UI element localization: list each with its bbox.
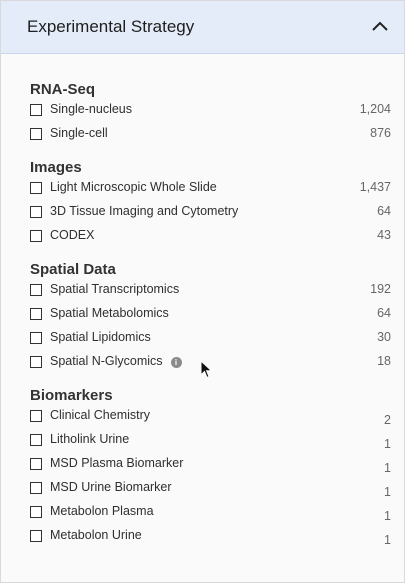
facet-label: Metabolon Plasma — [50, 504, 154, 518]
facet-count: 1 — [384, 509, 391, 523]
facet-label: Spatial Lipidomics — [50, 330, 151, 344]
section-title-biomarkers: Biomarkers — [30, 387, 113, 404]
facet-label: Spatial Transcriptomics — [50, 282, 180, 296]
facet-label: Clinical Chemistry — [50, 408, 151, 422]
facet-row-3d-tissue[interactable]: 3D Tissue Imaging and Cytometry 64 — [30, 204, 391, 224]
facet-label: Metabolon Urine — [50, 528, 142, 542]
facet-label: MSD Urine Biomarker — [50, 480, 172, 494]
facet-row-light-microscopic[interactable]: Light Microscopic Whole Slide 1,437 — [30, 180, 391, 200]
facet-label: CODEX — [50, 228, 95, 242]
checkbox[interactable] — [30, 506, 42, 518]
checkbox[interactable] — [30, 182, 42, 194]
facet-row-spatial-transcriptomics[interactable]: Spatial Transcriptomics 192 — [30, 282, 391, 302]
checkbox[interactable] — [30, 434, 42, 446]
facet-row-codex[interactable]: CODEX 43 — [30, 228, 391, 248]
facet-row-spatial-lipidomics[interactable]: Spatial Lipidomics 30 — [30, 330, 391, 350]
panel-title: Experimental Strategy — [27, 17, 195, 36]
facet-label: Spatial N-Glycomics — [50, 354, 163, 368]
facet-count: 18 — [377, 354, 391, 368]
facet-count: 43 — [377, 228, 391, 242]
facet-row-metabolon-plasma[interactable]: Metabolon Plasma 1 — [30, 504, 391, 524]
checkbox[interactable] — [30, 332, 42, 344]
section-title-images: Images — [30, 159, 82, 176]
facet-count: 1,437 — [359, 180, 391, 194]
checkbox[interactable] — [30, 410, 42, 422]
facet-count: 64 — [377, 306, 391, 320]
info-icon[interactable]: i — [170, 357, 182, 368]
checkbox[interactable] — [30, 458, 42, 470]
facet-count: 1,204 — [359, 102, 391, 116]
checkbox[interactable] — [30, 206, 42, 218]
facet-label: Single-cell — [50, 126, 108, 140]
panel-header[interactable]: Experimental Strategy — [1, 1, 404, 54]
facet-row-msd-urine[interactable]: MSD Urine Biomarker 1 — [30, 480, 391, 500]
facet-label: Light Microscopic Whole Slide — [50, 180, 217, 194]
facet-label-with-info: Spatial N-Glycomics i — [50, 354, 182, 368]
checkbox[interactable] — [30, 356, 42, 368]
facet-count: 1 — [384, 485, 391, 499]
facet-count: 64 — [377, 204, 391, 218]
facet-label: Litholink Urine — [50, 432, 130, 446]
facet-row-msd-plasma[interactable]: MSD Plasma Biomarker 1 — [30, 456, 391, 476]
facet-count: 30 — [377, 330, 391, 344]
facet-row-litholink-urine[interactable]: Litholink Urine 1 — [30, 432, 391, 452]
checkbox[interactable] — [30, 284, 42, 296]
facet-count: 1 — [384, 533, 391, 547]
facet-count: 1 — [384, 437, 391, 451]
facet-row-single-cell[interactable]: Single-cell 876 — [30, 126, 391, 146]
facet-label: Spatial Metabolomics — [50, 306, 169, 320]
facet-label: 3D Tissue Imaging and Cytometry — [50, 204, 239, 218]
facet-count: 876 — [370, 126, 391, 140]
section-title-rna-seq: RNA-Seq — [30, 81, 96, 98]
facet-row-clinical-chemistry[interactable]: Clinical Chemistry 2 — [30, 408, 391, 428]
checkbox[interactable] — [30, 230, 42, 242]
mouse-pointer-icon — [200, 360, 213, 379]
checkbox[interactable] — [30, 482, 42, 494]
facet-row-single-nucleus[interactable]: Single-nucleus 1,204 — [30, 102, 391, 122]
section-title-spatial-data: Spatial Data — [30, 261, 116, 278]
facet-count: 2 — [384, 413, 391, 427]
experimental-strategy-panel: Experimental Strategy RNA-Seq Single-nuc… — [0, 0, 405, 583]
facet-row-spatial-metabolomics[interactable]: Spatial Metabolomics 64 — [30, 306, 391, 326]
collapse-button[interactable] — [368, 15, 392, 39]
facet-label: MSD Plasma Biomarker — [50, 456, 184, 470]
checkbox[interactable] — [30, 308, 42, 320]
checkbox[interactable] — [30, 530, 42, 542]
facet-label: Single-nucleus — [50, 102, 132, 116]
facet-row-metabolon-urine[interactable]: Metabolon Urine 1 — [30, 528, 391, 548]
checkbox[interactable] — [30, 104, 42, 116]
checkbox[interactable] — [30, 128, 42, 140]
chevron-up-icon — [372, 21, 388, 31]
facet-count: 1 — [384, 461, 391, 475]
facet-count: 192 — [370, 282, 391, 296]
